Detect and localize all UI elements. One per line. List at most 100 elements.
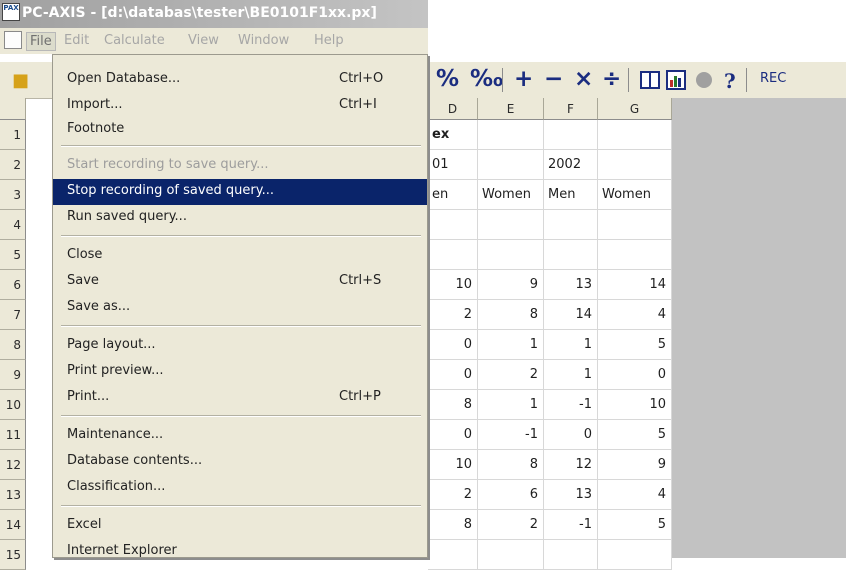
table-cell[interactable]: 5: [598, 330, 672, 360]
table-cell[interactable]: [478, 240, 544, 270]
menu-item-run-saved-query[interactable]: Run saved query...: [53, 205, 427, 231]
column-header-d[interactable]: D: [428, 98, 478, 120]
rec-button[interactable]: REC: [760, 71, 786, 86]
table-cell[interactable]: [428, 210, 478, 240]
table-cell[interactable]: en: [428, 180, 478, 210]
app-icon[interactable]: PAX: [2, 3, 20, 21]
table-cell[interactable]: 01: [428, 150, 478, 180]
table-cell[interactable]: [478, 120, 544, 150]
table-icon[interactable]: [640, 70, 660, 90]
table-cell[interactable]: [598, 540, 672, 570]
table-cell[interactable]: [478, 210, 544, 240]
row-header[interactable]: 1: [0, 120, 26, 150]
table-cell[interactable]: 8: [478, 450, 544, 480]
row-header[interactable]: 2: [0, 150, 26, 180]
table-cell[interactable]: 10: [428, 270, 478, 300]
table-cell[interactable]: 0: [598, 360, 672, 390]
table-cell[interactable]: 1: [544, 330, 598, 360]
menu-item-print-preview[interactable]: Print preview...: [53, 359, 427, 385]
column-header-e[interactable]: E: [478, 98, 544, 120]
row-header[interactable]: 4: [0, 210, 26, 240]
menu-window[interactable]: Window: [238, 33, 289, 48]
table-cell[interactable]: Men: [544, 180, 598, 210]
subtract-button[interactable]: −: [544, 66, 563, 92]
corner-header[interactable]: [0, 98, 26, 120]
table-cell[interactable]: [544, 540, 598, 570]
row-header[interactable]: 9: [0, 360, 26, 390]
menu-item-excel[interactable]: Excel: [53, 513, 427, 539]
table-cell[interactable]: 2: [478, 510, 544, 540]
table-cell[interactable]: [544, 120, 598, 150]
column-header-f[interactable]: F: [544, 98, 598, 120]
menu-file[interactable]: File: [26, 32, 56, 51]
table-cell[interactable]: 8: [478, 300, 544, 330]
help-icon[interactable]: ?: [720, 70, 740, 92]
table-cell[interactable]: 9: [478, 270, 544, 300]
table-cell[interactable]: [478, 540, 544, 570]
menu-edit[interactable]: Edit: [64, 33, 89, 48]
row-header[interactable]: 10: [0, 390, 26, 420]
menu-item-print[interactable]: Print... Ctrl+P: [53, 385, 427, 411]
table-cell[interactable]: 5: [598, 420, 672, 450]
table-cell[interactable]: 12: [544, 450, 598, 480]
table-cell[interactable]: 2: [428, 480, 478, 510]
row-header[interactable]: 8: [0, 330, 26, 360]
table-cell[interactable]: -1: [478, 420, 544, 450]
table-cell[interactable]: 8: [428, 510, 478, 540]
menu-item-save-as[interactable]: Save as...: [53, 295, 427, 321]
menu-item-footnote[interactable]: Footnote: [53, 117, 427, 143]
menu-item-save[interactable]: Save Ctrl+S: [53, 269, 427, 295]
table-cell[interactable]: 10: [428, 450, 478, 480]
menu-item-close[interactable]: Close: [53, 243, 427, 269]
table-cell[interactable]: [478, 150, 544, 180]
table-cell[interactable]: 0: [428, 330, 478, 360]
record-icon[interactable]: [694, 70, 714, 90]
percent-button[interactable]: %: [436, 66, 459, 92]
table-cell[interactable]: Women: [478, 180, 544, 210]
table-cell[interactable]: 2002: [544, 150, 598, 180]
menu-item-stop-recording[interactable]: Stop recording of saved query...: [53, 179, 427, 205]
row-header[interactable]: 5: [0, 240, 26, 270]
menu-item-classification[interactable]: Classification...: [53, 475, 427, 501]
menu-calculate[interactable]: Calculate: [104, 33, 165, 48]
table-cell[interactable]: 0: [428, 360, 478, 390]
row-header[interactable]: 13: [0, 480, 26, 510]
row-header[interactable]: 3: [0, 180, 26, 210]
table-cell[interactable]: 1: [478, 390, 544, 420]
menu-item-database-contents[interactable]: Database contents...: [53, 449, 427, 475]
table-cell[interactable]: 2: [478, 360, 544, 390]
menu-view[interactable]: View: [188, 33, 219, 48]
table-cell[interactable]: [428, 540, 478, 570]
row-header[interactable]: 14: [0, 510, 26, 540]
table-cell[interactable]: [598, 120, 672, 150]
table-cell[interactable]: 10: [598, 390, 672, 420]
open-folder-icon[interactable]: ■: [12, 70, 29, 91]
menu-item-import[interactable]: Import... Ctrl+I: [53, 93, 427, 119]
table-cell[interactable]: 14: [544, 300, 598, 330]
table-cell[interactable]: 1: [478, 330, 544, 360]
table-cell[interactable]: 4: [598, 300, 672, 330]
table-cell[interactable]: -1: [544, 510, 598, 540]
table-cell[interactable]: 13: [544, 480, 598, 510]
table-cell[interactable]: [598, 210, 672, 240]
menu-item-internet-explorer[interactable]: Internet Explorer: [53, 539, 427, 565]
table-cell[interactable]: [544, 240, 598, 270]
menu-item-page-layout[interactable]: Page layout...: [53, 333, 427, 359]
table-cell[interactable]: 14: [598, 270, 672, 300]
table-cell[interactable]: 8: [428, 390, 478, 420]
table-cell[interactable]: 5: [598, 510, 672, 540]
table-cell[interactable]: [428, 240, 478, 270]
table-cell[interactable]: 6: [478, 480, 544, 510]
add-button[interactable]: +: [514, 66, 533, 92]
table-cell[interactable]: 13: [544, 270, 598, 300]
multiply-button[interactable]: ×: [574, 66, 593, 92]
table-cell[interactable]: [544, 210, 598, 240]
row-header[interactable]: 15: [0, 540, 26, 570]
document-icon[interactable]: [4, 31, 22, 49]
menu-item-open-database[interactable]: Open Database... Ctrl+O: [53, 67, 427, 93]
column-header-g[interactable]: G: [598, 98, 672, 120]
table-cell[interactable]: 0: [544, 420, 598, 450]
table-cell[interactable]: 0: [428, 420, 478, 450]
chart-icon[interactable]: [666, 70, 686, 90]
table-cell[interactable]: [598, 150, 672, 180]
